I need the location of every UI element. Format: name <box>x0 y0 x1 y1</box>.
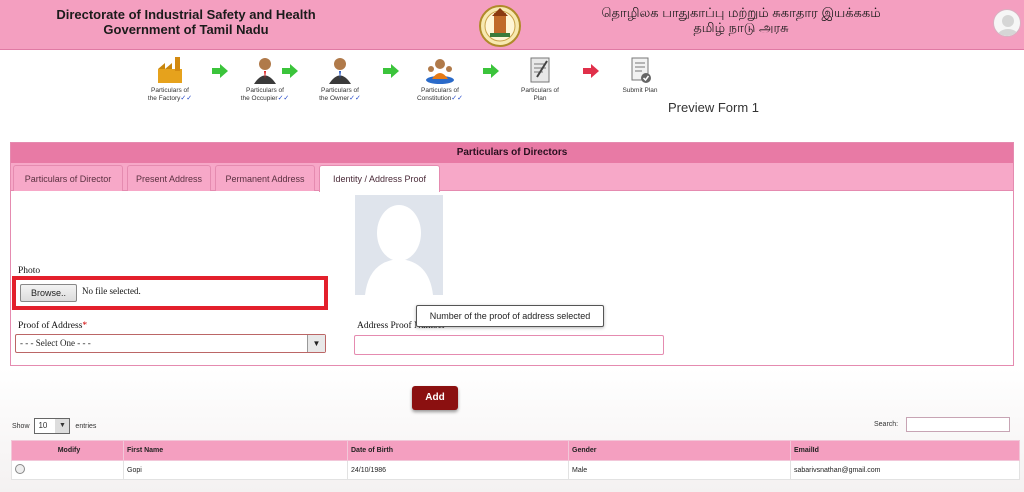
address-proof-number-input[interactable] <box>354 335 664 355</box>
proof-of-address-label: Proof of Address* <box>18 321 87 331</box>
search-input[interactable] <box>906 417 1010 432</box>
person-icon <box>329 58 351 84</box>
photo-label: Photo <box>18 266 41 276</box>
chevron-down-icon: ▼ <box>55 419 70 433</box>
header-title-english: Directorate of Industrial Safety and Hea… <box>36 7 336 37</box>
step-factory[interactable]: Particulars of the Factory✓✓ <box>130 55 210 103</box>
column-header-first-name[interactable]: First Name <box>123 440 348 461</box>
entries-select[interactable]: 10 ▼ <box>34 418 71 434</box>
organization-icon <box>426 59 454 84</box>
modify-radio[interactable] <box>15 464 25 474</box>
step-label: Particulars of <box>151 87 189 94</box>
arrow-right-icon <box>383 64 399 78</box>
check-icon: ✓✓ <box>451 95 464 102</box>
step-label: the Owner <box>319 95 350 102</box>
photo-placeholder <box>355 195 443 295</box>
preview-form-link[interactable]: Preview Form 1 <box>668 100 759 115</box>
step-label: Particulars of <box>321 87 359 94</box>
step-constitution[interactable]: Particulars of Constitution✓✓ <box>400 55 480 103</box>
directors-table: Modify First Name Date of Birth Gender E… <box>11 440 1020 480</box>
column-header-email[interactable]: EmailId <box>790 440 1020 461</box>
entries-value: 10 <box>38 421 48 430</box>
step-plan[interactable]: Particulars of Plan <box>500 55 580 103</box>
plan-icon <box>530 57 550 83</box>
table-header-row: Modify First Name Date of Birth Gender E… <box>11 440 1020 461</box>
dob-cell: 24/10/1986 <box>347 460 569 480</box>
arrow-right-icon <box>583 64 599 78</box>
step-label: Particulars of <box>421 87 459 94</box>
factory-icon <box>158 57 182 83</box>
entries-label: entries <box>75 422 97 430</box>
step-submit-plan[interactable]: Submit Plan <box>600 55 680 95</box>
step-occupier[interactable]: Particulars of the Occupier✓✓ <box>225 55 305 103</box>
first-name-cell: Gopi <box>123 460 348 480</box>
tamil-nadu-emblem-icon <box>479 5 521 47</box>
browse-button[interactable]: Browse.. <box>20 284 77 302</box>
step-owner[interactable]: Particulars of the Owner✓✓ <box>300 55 380 103</box>
check-icon: ✓✓ <box>277 95 290 102</box>
add-button[interactable]: Add <box>412 386 458 410</box>
directors-panel: Particulars of Directors Particulars of … <box>10 142 1014 366</box>
check-icon: ✓✓ <box>349 95 361 102</box>
step-label: Constitution <box>416 95 452 102</box>
header-title-line1: Directorate of Industrial Safety and Hea… <box>56 7 316 22</box>
proof-of-address-select[interactable]: - - - Select One - - - ▼ <box>15 334 326 353</box>
step-label: Submit Plan <box>622 87 658 94</box>
required-mark: * <box>82 321 88 331</box>
tab-permanent-address[interactable]: Permanent Address <box>215 165 315 191</box>
submit-icon <box>631 57 651 83</box>
panel-title: Particulars of Directors <box>11 143 1013 163</box>
person-icon <box>254 58 276 84</box>
email-cell: sabarivsnathan@gmail.com <box>790 460 1020 480</box>
proof-selected-value: - - - Select One - - - <box>20 338 91 348</box>
header-title-ta-line1: தொழிலக பாதுகாப்பு மற்றும் சுகாதார இயக்கக… <box>601 5 881 20</box>
header-title-tamil: தொழிலக பாதுகாப்பு மற்றும் சுகாதார இயக்கக… <box>576 5 906 35</box>
modify-cell <box>11 460 124 480</box>
show-label: Show <box>12 422 30 430</box>
column-header-gender[interactable]: Gender <box>568 440 791 461</box>
step-label: Plan <box>533 95 547 102</box>
tab-bar: Particulars of Director Present Address … <box>11 163 1013 192</box>
step-label: Particulars of <box>246 87 284 94</box>
step-label: the Occupier <box>240 95 278 102</box>
check-icon: ✓✓ <box>180 95 193 102</box>
entries-control: Show 10 ▼ entries <box>12 418 96 434</box>
site-header: Directorate of Industrial Safety and Hea… <box>0 0 1024 50</box>
search-label: Search: <box>874 421 899 428</box>
step-label: Particulars of <box>521 87 559 94</box>
tab-present-address[interactable]: Present Address <box>127 165 211 191</box>
column-header-dob[interactable]: Date of Birth <box>347 440 569 461</box>
header-title-ta-line2: தமிழ் நாடு அரசு <box>693 20 789 35</box>
column-header-modify[interactable]: Modify <box>11 440 124 461</box>
proof-label-text: Proof of Address <box>18 321 83 331</box>
tooltip: Number of the proof of address selected <box>416 305 604 327</box>
step-label: the Factory <box>147 95 181 102</box>
tab-particulars-of-director[interactable]: Particulars of Director <box>13 165 123 191</box>
tab-identity-address-proof[interactable]: Identity / Address Proof <box>319 165 440 192</box>
arrow-right-icon <box>282 64 298 78</box>
header-title-line2: Government of Tamil Nadu <box>103 22 269 37</box>
table-row: Gopi 24/10/1986 Male sabarivsnathan@gmai… <box>11 460 1020 480</box>
chevron-down-icon: ▼ <box>307 335 325 352</box>
photo-upload-highlight: Browse.. No file selected. <box>12 276 328 310</box>
arrow-right-icon <box>483 64 499 78</box>
user-avatar-icon[interactable] <box>993 9 1021 37</box>
gender-cell: Male <box>568 460 791 480</box>
no-file-text: No file selected. <box>82 286 141 296</box>
